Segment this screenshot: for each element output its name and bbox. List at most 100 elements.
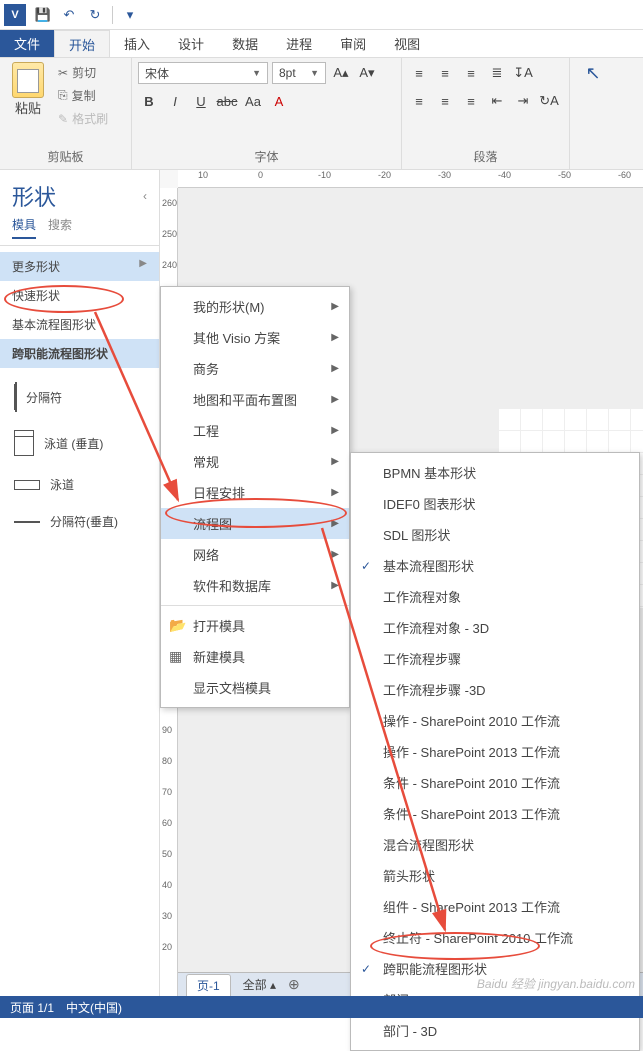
menu-item[interactable]: 商务▶ (161, 353, 349, 384)
bold-button[interactable]: B (138, 90, 160, 112)
submenu-item-label: 跨职能流程图形状 (383, 959, 487, 978)
submenu-item[interactable]: 混合流程图形状 (351, 829, 639, 860)
submenu-item[interactable]: 工作流程步骤 -3D (351, 674, 639, 705)
chevron-right-icon: ▶ (331, 549, 339, 560)
shapes-tab-search[interactable]: 搜索 (48, 216, 72, 239)
menu-item[interactable]: 软件和数据库▶ (161, 570, 349, 601)
cut-button[interactable]: ✂剪切 (54, 62, 112, 83)
stencil-separator-v[interactable]: 分隔符(垂直) (0, 503, 159, 540)
tab-file[interactable]: 文件 (0, 30, 54, 57)
shape-item-crossfunc[interactable]: 跨职能流程图形状 (0, 339, 159, 368)
tab-data[interactable]: 数据 (218, 30, 272, 57)
submenu-item[interactable]: BPMN 基本形状 (351, 457, 639, 488)
font-color-button[interactable]: A (268, 90, 290, 112)
menu-item-label: 商务 (193, 359, 219, 378)
align-middle-button[interactable]: ≡ (434, 62, 456, 84)
menu-item[interactable]: 网络▶ (161, 539, 349, 570)
submenu-item[interactable]: 条件 - SharePoint 2010 工作流 (351, 767, 639, 798)
menu-item[interactable]: 流程图▶ (161, 508, 349, 539)
tab-process[interactable]: 进程 (272, 30, 326, 57)
submenu-item[interactable]: 工作流程步骤 (351, 643, 639, 674)
menu-item[interactable]: ▦新建模具 (161, 641, 349, 672)
chevron-right-icon: ▶ (331, 580, 339, 591)
submenu-item[interactable]: 终止符 - SharePoint 2010 工作流 (351, 922, 639, 953)
collapse-panel-icon[interactable]: ‹ (143, 189, 147, 203)
submenu-item[interactable]: 工作流程对象 - 3D (351, 612, 639, 643)
redo-icon[interactable]: ↻ (84, 4, 106, 26)
format-painter-button[interactable]: ✎格式刷 (54, 108, 112, 129)
submenu-item[interactable]: 部门 - 3D (351, 1015, 639, 1046)
shape-item-quick[interactable]: 快速形状 (0, 281, 159, 310)
shrink-font-button[interactable]: A▾ (356, 62, 378, 84)
menu-item-label: 打开模具 (193, 616, 245, 635)
new-page-icon[interactable]: ⊕ (288, 976, 300, 993)
stencil-lane-v[interactable]: 泳道 (垂直) (0, 420, 159, 466)
submenu-item[interactable]: ✓基本流程图形状 (351, 550, 639, 581)
menu-item[interactable]: 日程安排▶ (161, 477, 349, 508)
align-left-button[interactable]: ≡ (408, 90, 430, 112)
underline-button[interactable]: U (190, 90, 212, 112)
menu-item-label: 日程安排 (193, 483, 245, 502)
stencil-separator[interactable]: 分隔符 (0, 374, 159, 420)
decrease-indent-button[interactable]: ⇤ (486, 90, 508, 112)
menu-item[interactable]: 📂打开模具 (161, 610, 349, 641)
italic-button[interactable]: I (164, 90, 186, 112)
submenu-item-label: SDL 图形状 (383, 525, 450, 544)
text-direction-button[interactable]: ↧A (512, 62, 534, 84)
increase-indent-button[interactable]: ⇥ (512, 90, 534, 112)
bullets-button[interactable]: ≣ (486, 62, 508, 84)
submenu-item[interactable]: 工作流程对象 (351, 581, 639, 612)
submenu-item-label: 工作流程对象 (383, 587, 461, 606)
strike-button[interactable]: abc (216, 90, 238, 112)
tab-home[interactable]: 开始 (54, 30, 110, 57)
tab-design[interactable]: 设计 (164, 30, 218, 57)
qat-separator (112, 6, 113, 24)
shapes-tab-stencil[interactable]: 模具 (12, 216, 36, 239)
menu-item[interactable]: 工程▶ (161, 415, 349, 446)
shape-item-basic[interactable]: 基本流程图形状 (0, 310, 159, 339)
rotate-text-button[interactable]: ↻A (538, 90, 560, 112)
page-tab-1[interactable]: 页-1 (186, 974, 231, 996)
menu-item[interactable]: 其他 Visio 方案▶ (161, 322, 349, 353)
qat-customize-icon[interactable]: ▾ (119, 4, 141, 26)
tab-review[interactable]: 审阅 (326, 30, 380, 57)
tab-insert[interactable]: 插入 (110, 30, 164, 57)
format-label: 格式刷 (72, 110, 108, 127)
clipboard-group-label: 剪贴板 (6, 146, 125, 167)
font-name-combo[interactable]: 宋体▼ (138, 62, 268, 84)
shape-item-more[interactable]: 更多形状▶ (0, 252, 159, 281)
change-case-button[interactable]: Aa (242, 90, 264, 112)
align-right-button[interactable]: ≡ (460, 90, 482, 112)
grow-font-button[interactable]: A▴ (330, 62, 352, 84)
submenu-item-label: 组件 - SharePoint 2013 工作流 (383, 897, 560, 916)
font-size-combo[interactable]: 8pt▼ (272, 62, 326, 84)
ruler-horizontal: 100-10-20-30-40-50-60 (178, 170, 643, 188)
tab-view[interactable]: 视图 (380, 30, 434, 57)
menu-item[interactable]: 常规▶ (161, 446, 349, 477)
undo-icon[interactable]: ↶ (58, 4, 80, 26)
menu-item[interactable]: 我的形状(M)▶ (161, 291, 349, 322)
align-center-button[interactable]: ≡ (434, 90, 456, 112)
align-bottom-button[interactable]: ≡ (460, 62, 482, 84)
save-icon[interactable]: 💾 (32, 4, 54, 26)
submenu-item[interactable]: 箭头形状 (351, 860, 639, 891)
menu-item[interactable]: 地图和平面布置图▶ (161, 384, 349, 415)
pointer-tool-button[interactable]: ↖ (582, 62, 604, 84)
submenu-item[interactable]: 组件 - SharePoint 2013 工作流 (351, 891, 639, 922)
stencil-label: 泳道 (50, 476, 74, 493)
paste-button[interactable]: 粘贴 (6, 62, 50, 117)
submenu-item[interactable]: 条件 - SharePoint 2013 工作流 (351, 798, 639, 829)
menu-item[interactable]: 显示文档模具 (161, 672, 349, 703)
submenu-item[interactable]: SDL 图形状 (351, 519, 639, 550)
menu-icon: ▦ (169, 648, 182, 665)
menu-item-label: 地图和平面布置图 (193, 390, 297, 409)
page-tab-all[interactable]: 全部 ▴ (243, 976, 276, 993)
align-top-button[interactable]: ≡ (408, 62, 430, 84)
copy-icon: ⎘ (58, 88, 68, 103)
copy-button[interactable]: ⎘复制 (54, 85, 112, 106)
submenu-item[interactable]: IDEF0 图表形状 (351, 488, 639, 519)
submenu-item[interactable]: 操作 - SharePoint 2013 工作流 (351, 736, 639, 767)
submenu-item[interactable]: 操作 - SharePoint 2010 工作流 (351, 705, 639, 736)
stencil-pool[interactable]: 泳道 (0, 466, 159, 503)
submenu-item-label: 混合流程图形状 (383, 835, 474, 854)
